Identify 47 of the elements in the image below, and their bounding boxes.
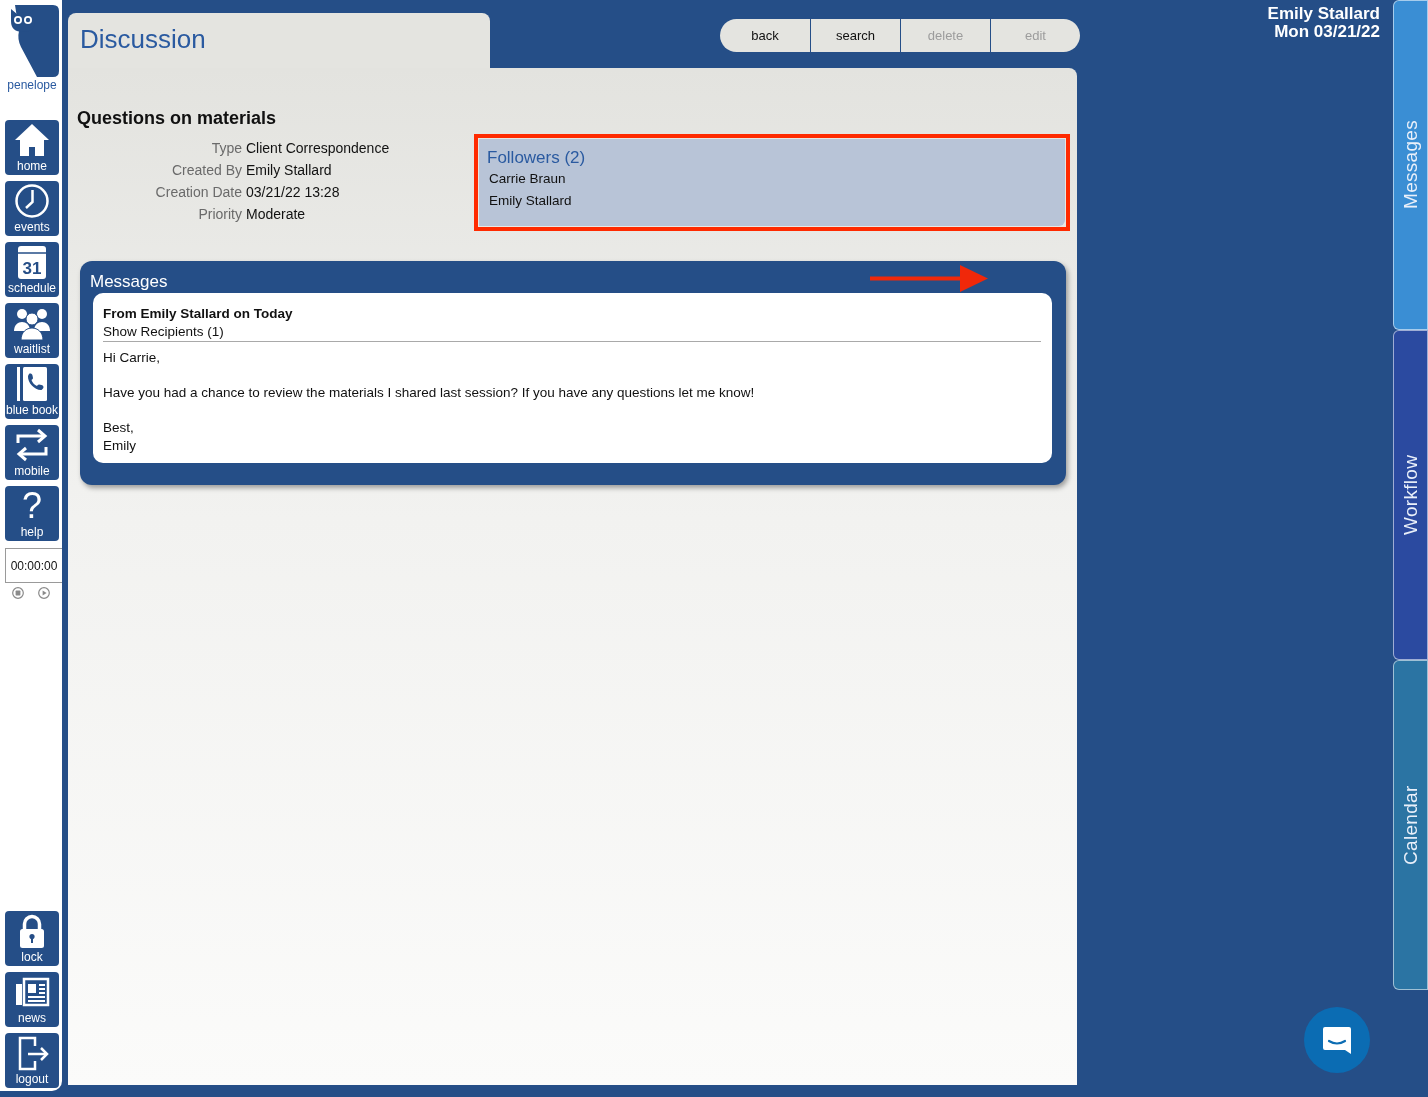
nav-tile[interactable]: home (5, 120, 59, 175)
detail-value: Client Correspondence (246, 140, 390, 156)
nav-tile[interactable]: lock (5, 911, 59, 966)
user-name: Emily Stallard (1267, 5, 1380, 23)
play-icon[interactable] (38, 587, 50, 599)
stop-icon[interactable] (12, 587, 24, 599)
detail-value: Emily Stallard (246, 162, 332, 178)
message-paragraph: Have you had a chance to review the materials I shared last session? If you have any questions let me know! (103, 384, 755, 402)
arrow-icon (870, 265, 988, 292)
side-tab[interactable]: Workflow (1393, 330, 1428, 660)
detail-value: Moderate (246, 206, 306, 222)
nav-tile[interactable]: logout (5, 1033, 59, 1088)
page-title: Discussion (68, 13, 490, 68)
show-recipients-link[interactable]: Show Recipients (1) (103, 324, 224, 339)
detail-label: Created By (171, 162, 242, 178)
house-icon (14, 122, 50, 158)
current-date: Mon 03/21/22 (1274, 23, 1380, 41)
detail-label: Priority (198, 206, 242, 222)
followers-title: Followers (2) (487, 148, 586, 168)
message-paragraph: Best, Emily (103, 419, 136, 454)
nav-tile[interactable]: news (5, 972, 59, 1027)
message-header: From Emily Stallard on Today (103, 305, 293, 322)
nav-tile[interactable]: ? help (5, 486, 59, 541)
phone-book-icon (14, 366, 50, 402)
toolbar-button[interactable]: search (810, 19, 900, 52)
detail-value: 03/21/22 13:28 (246, 184, 340, 200)
follower-name: Emily Stallard (489, 192, 572, 210)
toolbar-button[interactable]: back (720, 19, 810, 52)
nav-tile[interactable]: 31 schedule (5, 242, 59, 297)
timer-display: 00:00:00 (5, 548, 62, 583)
detail-label: Type (211, 140, 242, 156)
owl-logo-icon (9, 5, 59, 77)
side-tab[interactable]: Calendar (1393, 660, 1428, 990)
chat-bubble-icon (1321, 1024, 1353, 1056)
nav-tile[interactable]: waitlist (5, 303, 59, 358)
nav-tile[interactable]: events (5, 181, 59, 236)
clock-icon (14, 183, 50, 219)
nav-tile[interactable]: mobile (5, 425, 59, 480)
detail-label: Creation Date (155, 184, 242, 200)
nav-tile[interactable]: blue book (5, 364, 59, 419)
swap-arrows-icon (14, 427, 50, 463)
message-paragraph: Hi Carrie, (103, 349, 160, 367)
messages-title: Messages (90, 271, 168, 293)
logo-text: penelope (7, 78, 57, 92)
question-mark-icon: ? (14, 488, 50, 524)
follower-name: Carrie Braun (489, 170, 566, 188)
discussion-subject: Questions on materials (77, 108, 278, 128)
